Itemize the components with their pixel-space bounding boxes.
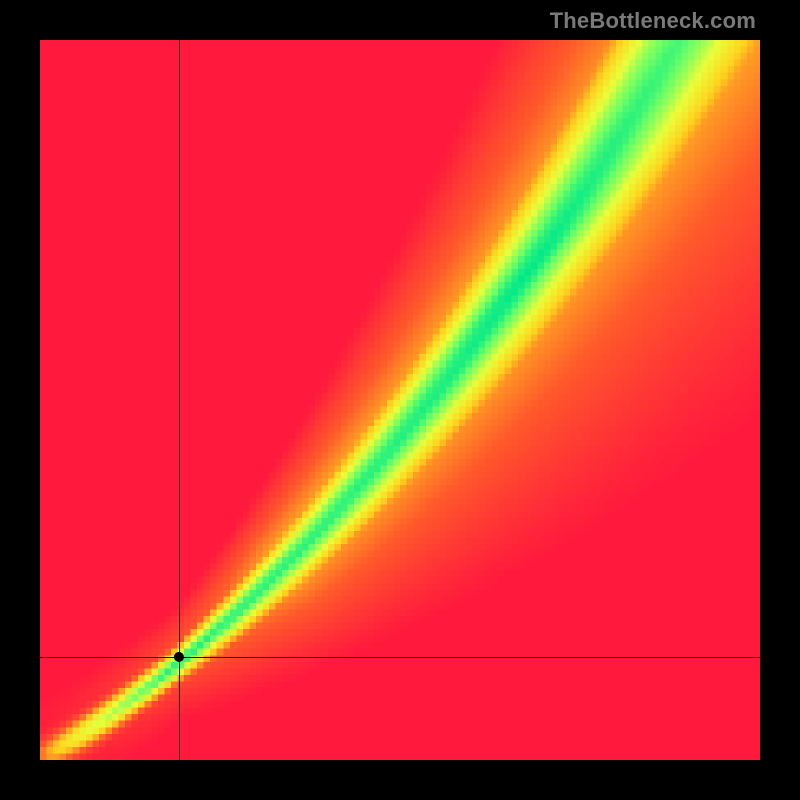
watermark-text: TheBottleneck.com: [550, 8, 756, 34]
crosshair-overlay: [40, 40, 760, 760]
chart-frame: { "watermark": "TheBottleneck.com", "cha…: [0, 0, 800, 800]
